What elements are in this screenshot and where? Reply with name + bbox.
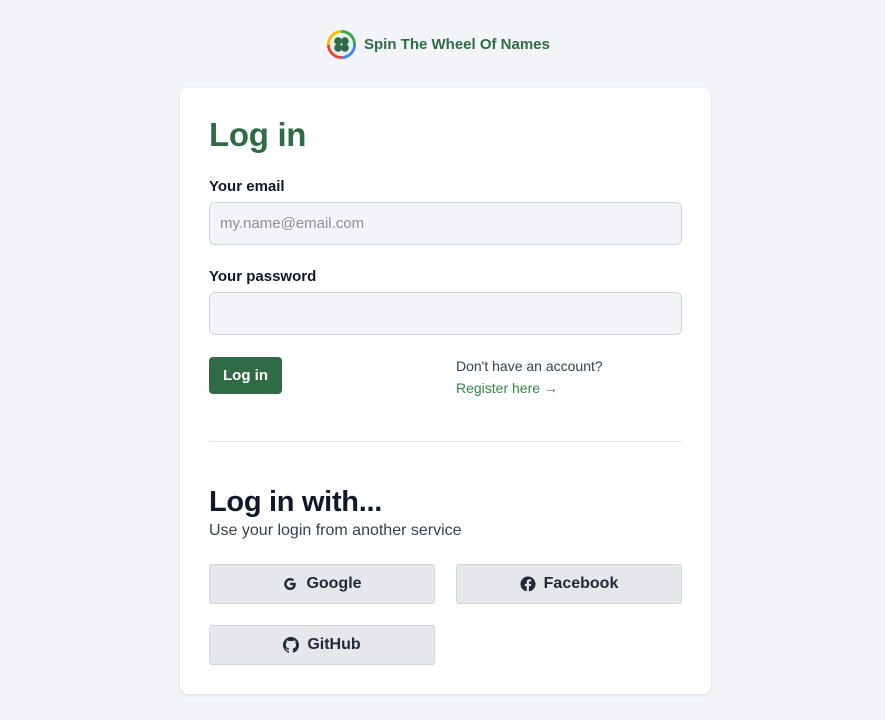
- github-icon: [283, 637, 300, 653]
- github-label: GitHub: [307, 636, 361, 653]
- password-label: Your password: [209, 268, 317, 285]
- divider: [209, 441, 682, 442]
- facebook-login-button[interactable]: Facebook: [456, 564, 682, 604]
- social-login-subtitle: Use your login from another service: [209, 522, 462, 539]
- google-label: Google: [306, 575, 362, 592]
- brand-home-link[interactable]: Spin The Wheel Of Names: [327, 28, 550, 60]
- github-login-button[interactable]: GitHub: [209, 625, 435, 665]
- google-login-button[interactable]: Google: [209, 564, 435, 604]
- login-button[interactable]: Log in: [209, 357, 282, 394]
- google-icon: [282, 576, 298, 592]
- brand-name: Spin The Wheel Of Names: [364, 35, 550, 53]
- login-card: Log in Your email Your password Log in D…: [180, 88, 711, 694]
- email-field[interactable]: [209, 202, 682, 245]
- social-login-title: Log in with...: [209, 486, 382, 518]
- facebook-label: Facebook: [543, 575, 619, 592]
- clover-wheel-icon: [327, 29, 356, 59]
- email-label: Your email: [209, 178, 285, 195]
- facebook-icon: [520, 576, 536, 592]
- login-title: Log in: [209, 116, 307, 153]
- no-account-text: Don't have an account?: [456, 358, 603, 374]
- password-field[interactable]: [209, 292, 682, 335]
- register-link[interactable]: Register here →: [456, 380, 558, 396]
